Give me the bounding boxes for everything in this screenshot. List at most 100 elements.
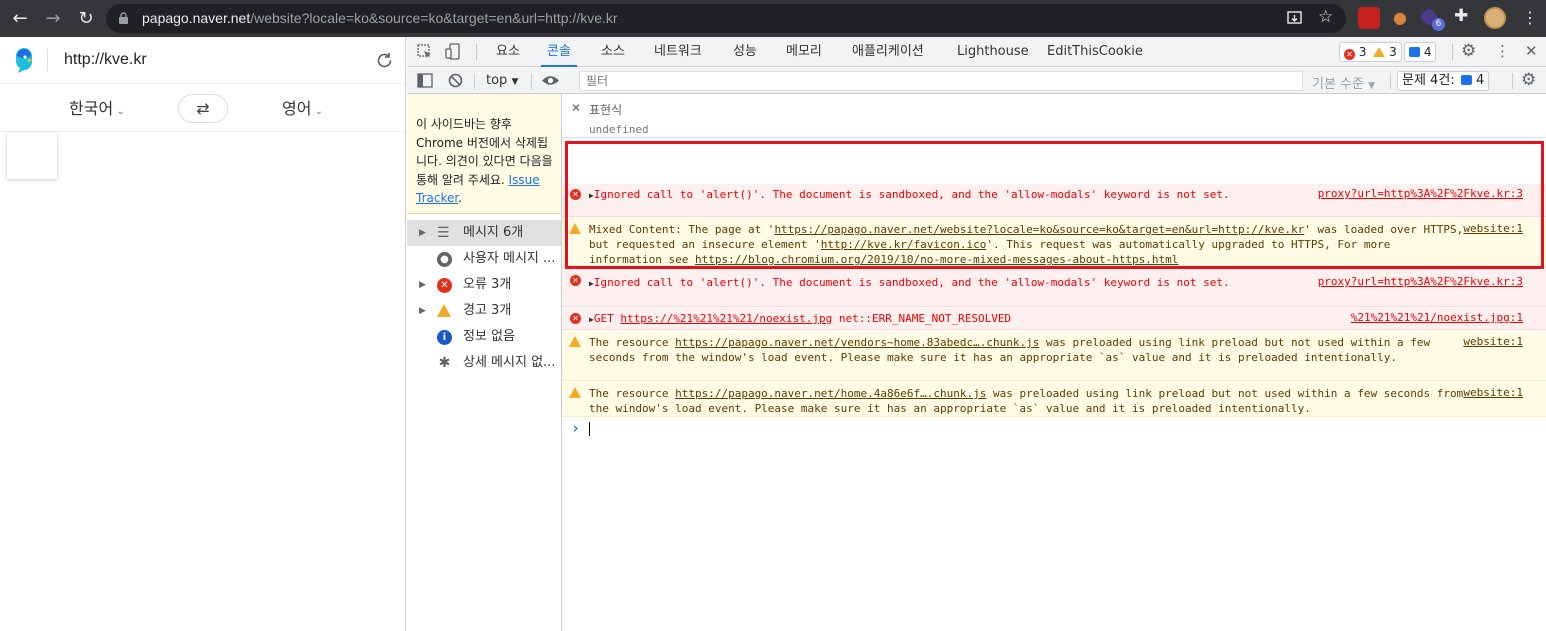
live-expression: ✕ 표현식 undefined (562, 94, 1546, 138)
sidebar-item-label: 정보 없음 (463, 329, 515, 344)
error-icon: ✕ (570, 313, 581, 324)
message-body: The resource (589, 336, 676, 349)
separator (1512, 73, 1513, 89)
error-count: 3 (1358, 45, 1367, 59)
annotation-highlight-box (565, 141, 1544, 269)
browser-menu-icon[interactable]: ⋮ (1522, 8, 1538, 28)
translation-card (7, 133, 57, 179)
back-arrow-icon[interactable]: ← (8, 7, 32, 31)
toggle-sidebar-icon[interactable] (417, 73, 433, 88)
tab-sources[interactable]: 소스 (601, 37, 625, 67)
expand-caret-icon[interactable]: ▶ (419, 220, 426, 246)
console-message-error[interactable]: ✕ ▶Ignored call to 'alert()'. The docume… (562, 269, 1546, 307)
console-message-warning[interactable]: The resource https://papago.naver.net/ve… (562, 331, 1546, 381)
live-expression-eye-icon[interactable] (541, 74, 560, 87)
papago-url-input[interactable]: http://kve.kr (64, 51, 147, 69)
tab-application[interactable]: 애플리케이션 (852, 37, 924, 67)
issues-button[interactable]: 문제 4건: 4 (1397, 71, 1490, 91)
expression-label[interactable]: 표현식 (589, 101, 622, 118)
sidebar-item-warnings[interactable]: ▶ 경고 3개 (407, 298, 561, 324)
separator (474, 73, 475, 89)
sidebar-item-label: 메시지 6개 (463, 225, 524, 240)
separator (531, 73, 532, 89)
expand-caret-icon[interactable]: ▶ (419, 272, 426, 298)
message-count: 4 (1423, 45, 1432, 59)
message-body: net::ERR_NAME_NOT_RESOLVED (832, 312, 1012, 325)
warning-icon (437, 304, 451, 317)
message-link[interactable]: https://papago.naver.net/home.4a86e6f….c… (675, 387, 986, 400)
message-icon (1460, 75, 1472, 85)
error-warning-counter[interactable]: ✕ 3 3 (1339, 42, 1402, 62)
log-level-select[interactable]: 기본 수준 ▼ (1312, 73, 1375, 92)
source-language-label: 한국어 (69, 99, 114, 118)
extension-count-badge: 6 (1432, 18, 1445, 31)
extensions-puzzle-icon[interactable]: ✚ (1454, 6, 1468, 26)
devtools-panel: 요소 콘솔 소스 네트워크 성능 메모리 애플리케이션 Lighthouse E… (407, 37, 1546, 631)
message-source-link[interactable]: proxy?url=http%3A%2F%2Fkve.kr:3 (1318, 275, 1523, 288)
sidebar-item-user-messages[interactable]: ● 사용자 메시지 ... (407, 246, 561, 272)
message-link[interactable]: https://papago.naver.net/vendors~home.83… (675, 336, 1039, 349)
error-icon: ✕ (1344, 49, 1355, 60)
tab-elements[interactable]: 요소 (496, 37, 520, 67)
message-source-link[interactable]: %21%21%21%21/noexist.jpg:1 (1351, 311, 1523, 324)
tab-lighthouse[interactable]: Lighthouse (957, 37, 1029, 67)
separator (476, 44, 477, 60)
message-link[interactable]: https://%21%21%21%21/noexist.jpg (620, 312, 832, 325)
error-icon: ✕ (437, 278, 452, 293)
separator (1452, 44, 1453, 60)
warning-icon (569, 387, 581, 398)
address-bar[interactable]: papago.naver.net/website?locale=ko&sourc… (106, 4, 1346, 33)
clear-console-icon[interactable] (448, 73, 463, 88)
message-icon (1409, 47, 1420, 57)
header-divider (47, 49, 48, 71)
console-settings-gear-icon[interactable]: ⚙ (1521, 70, 1536, 90)
tab-console[interactable]: 콘솔 (541, 37, 577, 67)
sidebar-item-label: 상세 메시지 없... (463, 355, 556, 370)
message-source-link[interactable]: website:1 (1463, 335, 1523, 348)
console-prompt[interactable]: › (562, 418, 1546, 440)
dropdown-arrow-icon: ▼ (1368, 81, 1376, 91)
swap-languages-button[interactable]: ⇄ (178, 94, 228, 123)
sidebar-item-errors[interactable]: ▶ ✕ 오류 3개 (407, 272, 561, 298)
chevron-down-icon: ⌄ (113, 106, 125, 117)
papago-header: http://kve.kr (0, 37, 405, 84)
deprecation-suffix: . (458, 191, 463, 205)
sidebar-item-messages[interactable]: ▶ ☰ 메시지 6개 (407, 220, 561, 246)
more-options-icon[interactable]: ⋮ (1495, 42, 1510, 60)
inspect-element-icon[interactable] (417, 44, 433, 60)
source-language-select[interactable]: 한국어 ⌄ (69, 95, 125, 119)
issues-count: 4 (1475, 73, 1485, 88)
tab-memory[interactable]: 메모리 (786, 37, 822, 67)
install-icon[interactable] (1286, 10, 1303, 27)
extension-red-icon[interactable] (1358, 7, 1380, 29)
device-toolbar-icon[interactable] (445, 43, 461, 61)
remove-expression-icon[interactable]: ✕ (571, 101, 581, 115)
tab-network[interactable]: 네트워크 (654, 37, 702, 67)
filter-input[interactable]: 필터 (579, 71, 1303, 91)
console-message-warning[interactable]: The resource https://papago.naver.net/ho… (562, 382, 1546, 417)
message-counter[interactable]: 4 (1404, 42, 1437, 62)
profile-avatar[interactable] (1484, 7, 1506, 29)
console-message-error[interactable]: ✕ ▶GET https://%21%21%21%21/noexist.jpg … (562, 308, 1546, 330)
console-sidebar: 이 사이드바는 향후 Chrome 버전에서 삭제됩니다. 의견이 있다면 다음… (407, 94, 562, 631)
reload-icon[interactable]: ↻ (74, 7, 98, 31)
target-language-select[interactable]: 영어 ⌄ (282, 95, 323, 119)
expand-caret-icon[interactable]: ▶ (419, 298, 426, 324)
sidebar-item-label: 오류 3개 (463, 277, 512, 292)
devtools-tab-bar: 요소 콘솔 소스 네트워크 성능 메모리 애플리케이션 Lighthouse E… (407, 37, 1546, 67)
message-body: The resource (589, 387, 676, 400)
chevron-down-icon: ⌄ (311, 106, 324, 117)
message-source-link[interactable]: website:1 (1463, 386, 1523, 399)
tab-performance[interactable]: 성능 (733, 37, 757, 67)
message-text: ▶GET https://%21%21%21%21/noexist.jpg ne… (589, 311, 1469, 327)
settings-gear-icon[interactable]: ⚙ (1461, 41, 1476, 61)
close-devtools-icon[interactable]: ✕ (1525, 42, 1538, 60)
tab-editthiscookie[interactable]: EditThisCookie (1047, 37, 1143, 67)
forward-arrow-icon[interactable]: → (41, 7, 65, 31)
sidebar-item-info[interactable]: i 정보 없음 (407, 324, 561, 350)
context-select[interactable]: top ▼ (486, 73, 518, 88)
bookmark-star-icon[interactable]: ☆ (1318, 7, 1333, 27)
refresh-icon[interactable] (375, 51, 394, 70)
sidebar-item-verbose[interactable]: ✱ 상세 메시지 없... (407, 350, 561, 376)
cookie-icon[interactable]: ● (1389, 7, 1411, 29)
